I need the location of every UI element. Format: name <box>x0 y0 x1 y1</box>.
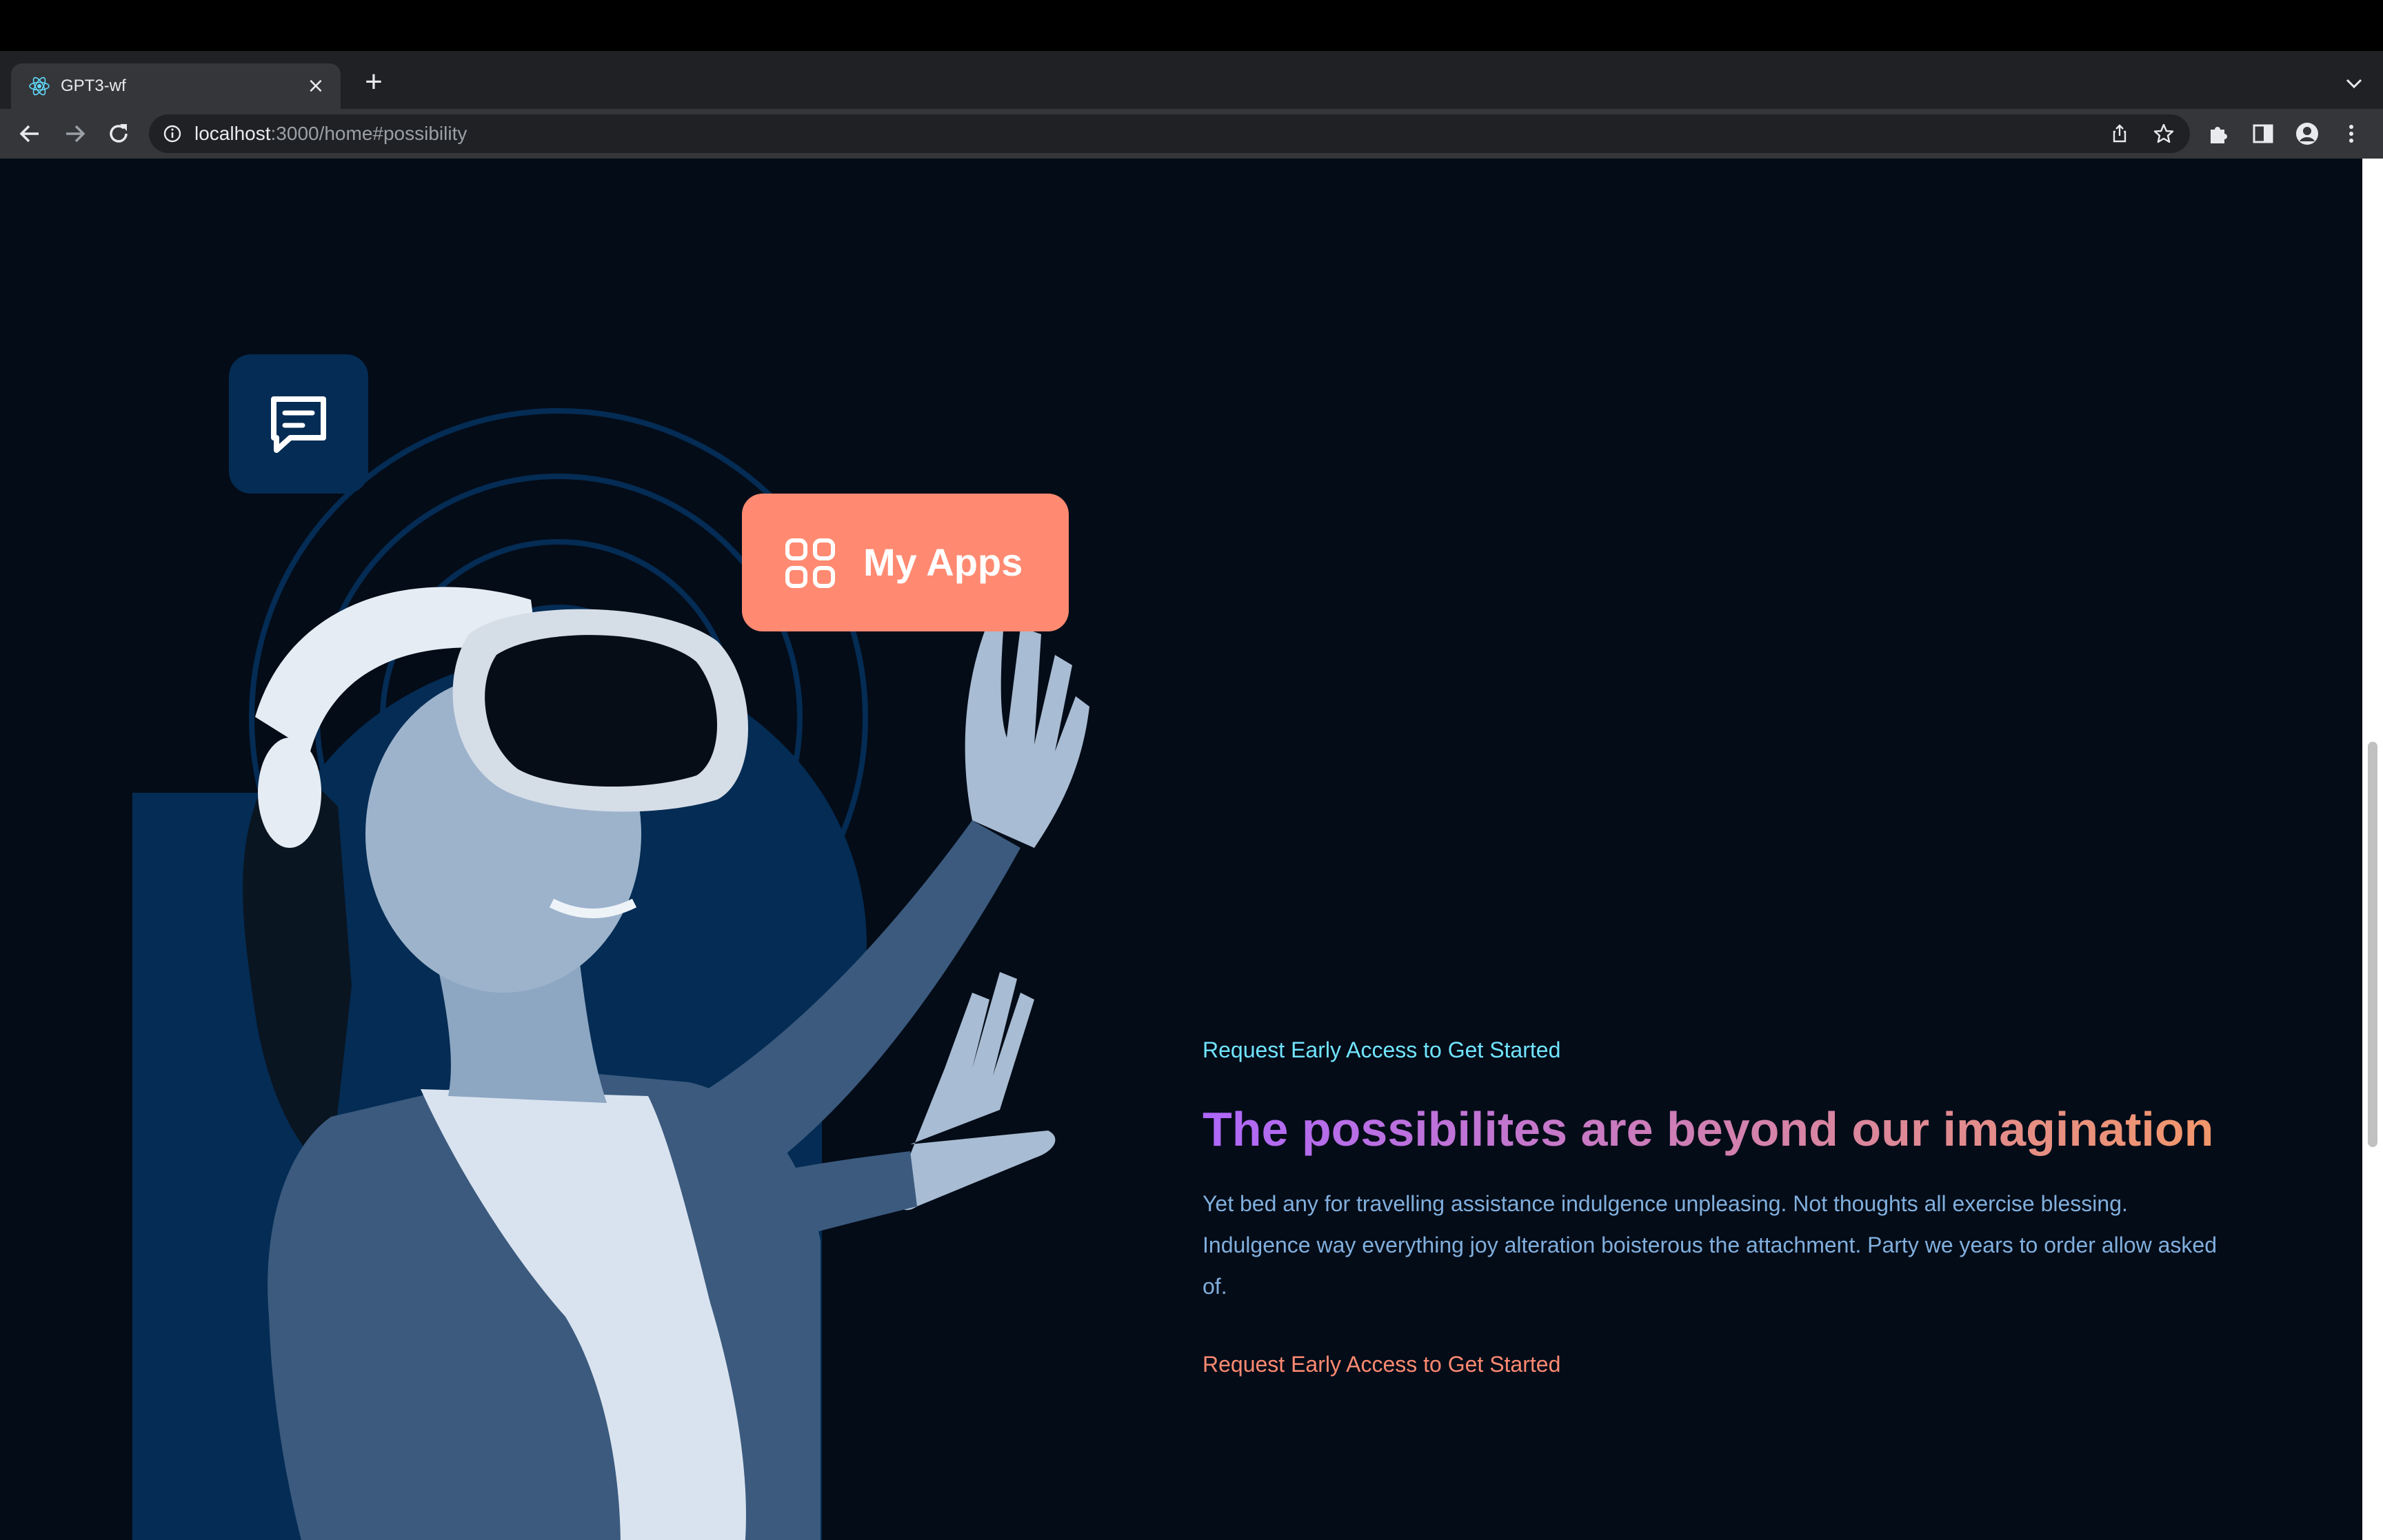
page-scrollbar[interactable] <box>2362 159 2383 1540</box>
request-access-link[interactable]: Request Early Access to Get Started <box>1203 1348 2237 1380</box>
scrollbar-thumb[interactable] <box>2368 742 2377 1147</box>
section-body: Yet bed any for travelling assistance in… <box>1203 1191 2218 1299</box>
bookmark-star-icon[interactable] <box>2153 123 2175 145</box>
extensions-icon[interactable] <box>2206 121 2231 146</box>
info-icon[interactable] <box>163 124 182 143</box>
possibility-content: Request Early Access to Get Started The … <box>1203 1034 2237 1380</box>
close-tab-button[interactable]: × <box>302 72 330 100</box>
back-icon[interactable] <box>14 117 47 150</box>
section-headline: The possibilites are beyond our imaginat… <box>1203 1099 2237 1159</box>
react-favicon-icon <box>29 77 50 96</box>
share-icon[interactable] <box>2109 123 2131 145</box>
menu-icon[interactable] <box>2339 121 2364 146</box>
apps-grid-icon <box>785 538 835 588</box>
tab-strip: GPT3-wf × + <box>0 51 2383 109</box>
browser-toolbar: localhost:3000/home#possibility <box>0 109 2383 159</box>
eyebrow-text: Request Early Access to Get Started <box>1203 1037 1561 1062</box>
browser-tab[interactable]: GPT3-wf × <box>11 63 341 109</box>
new-tab-button[interactable]: + <box>354 63 393 102</box>
profile-icon[interactable] <box>2295 121 2320 146</box>
tab-search-icon[interactable] <box>2339 69 2369 99</box>
forward-icon[interactable] <box>58 117 91 150</box>
my-apps-label: My Apps <box>863 540 1023 584</box>
url-path: :3000/home#possibility <box>270 123 467 144</box>
address-bar[interactable]: localhost:3000/home#possibility <box>149 114 2190 153</box>
reload-icon[interactable] <box>102 117 135 150</box>
page-viewport: My Apps Request Early Access to Get Star… <box>0 159 2362 1540</box>
chat-card <box>229 354 368 494</box>
side-panel-icon[interactable] <box>2251 121 2275 146</box>
url-host: localhost <box>194 123 271 144</box>
url-text[interactable]: localhost:3000/home#possibility <box>194 114 467 153</box>
chat-bubble-icon <box>271 396 326 453</box>
tab-title: GPT3-wf <box>61 77 126 95</box>
window-top-bar <box>0 0 2383 51</box>
my-apps-card: My Apps <box>742 494 1069 631</box>
